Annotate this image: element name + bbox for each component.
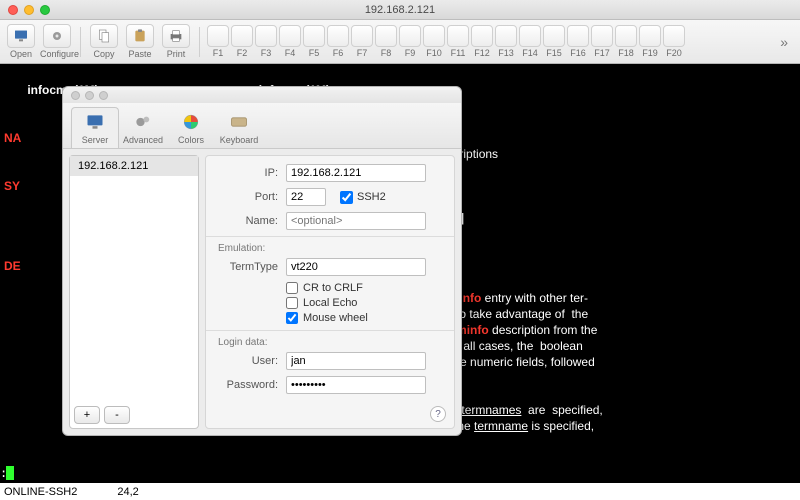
fkey-f7[interactable]: F7 [350,25,374,58]
password-input[interactable] [286,376,426,394]
copy-label: Copy [93,49,114,59]
fkey-f11[interactable]: F11 [446,25,470,58]
fkey-f10[interactable]: F10 [422,25,446,58]
fkey-f13[interactable]: F13 [494,25,518,58]
fkey-f8[interactable]: F8 [374,25,398,58]
fkey-f3[interactable]: F3 [254,25,278,58]
gear-icon [49,28,65,44]
window-title: 192.168.2.121 [0,4,800,16]
toolbar-overflow-icon[interactable]: » [772,34,796,50]
termtype-input[interactable] [286,258,426,276]
remove-host-button[interactable]: - [104,406,130,424]
gears-icon [132,112,154,132]
settings-dialog: Server Advanced Colors Keyboard 192.168.… [62,86,462,436]
fkey-row: F1F2F3F4F5F6F7F8F9F10F11F12F13F14F15F16F… [206,25,686,58]
print-label: Print [167,49,186,59]
ip-input[interactable] [286,164,426,182]
mousewheel-label: Mouse wheel [303,312,368,324]
close-icon[interactable] [8,5,18,15]
fkey-f14[interactable]: F14 [518,25,542,58]
fkey-f2[interactable]: F2 [230,25,254,58]
traffic-lights [8,5,50,15]
fkey-f19[interactable]: F19 [638,25,662,58]
user-label: User: [216,355,278,367]
localecho-checkbox[interactable] [286,297,298,309]
user-input[interactable] [286,352,426,370]
minimize-icon[interactable] [24,5,34,15]
server-form: IP: Port: SSH2 Name: Emulation: TermType [205,155,455,429]
dialog-tabs: Server Advanced Colors Keyboard [63,103,461,149]
toolbar-separator [80,27,81,57]
host-list-item[interactable]: 192.168.2.121 [70,156,198,176]
keyboard-icon [228,112,250,132]
termtype-label: TermType [216,261,278,273]
tab-server-label: Server [82,135,109,145]
tab-advanced[interactable]: Advanced [119,107,167,148]
ssh2-label: SSH2 [357,191,386,203]
fkey-f1[interactable]: F1 [206,25,230,58]
copy-button[interactable]: Copy [87,24,121,59]
host-list[interactable]: 192.168.2.121 + - [69,155,199,429]
tab-colors[interactable]: Colors [167,107,215,148]
add-host-button[interactable]: + [74,406,100,424]
fkey-f9[interactable]: F9 [398,25,422,58]
tab-keyboard[interactable]: Keyboard [215,107,263,148]
localecho-label: Local Echo [303,297,357,309]
paste-icon [132,28,148,44]
name-input[interactable] [286,212,426,230]
login-section-label: Login data: [218,337,444,348]
name-label: Name: [216,215,278,227]
paste-label: Paste [128,49,151,59]
monitor-icon [13,28,29,44]
status-pos: 24,2 [117,486,138,498]
printer-icon [168,28,184,44]
crlf-label: CR to CRLF [303,282,363,294]
copy-icon [96,28,112,44]
tab-colors-label: Colors [178,135,204,145]
print-button[interactable]: Print [159,24,193,59]
configure-label: Configure [40,49,79,59]
port-label: Port: [216,191,278,203]
terminal-statusbar: ONLINE-SSH2 24,2 [0,482,800,500]
color-wheel-icon [180,112,202,132]
toolbar-separator-2 [199,27,200,57]
window-titlebar: 192.168.2.121 [0,0,800,20]
monitor-icon [84,112,106,132]
ip-label: IP: [216,167,278,179]
fkey-f18[interactable]: F18 [614,25,638,58]
tab-server[interactable]: Server [71,107,119,148]
open-button[interactable]: Open [4,24,38,59]
help-button[interactable]: ? [430,406,446,422]
section-description: DE [4,259,21,273]
section-synopsis: SY [4,179,20,193]
configure-button[interactable]: Configure [40,24,74,59]
emulation-section-label: Emulation: [218,243,444,254]
password-label: Password: [216,379,278,391]
terminal-cursor [6,466,14,480]
crlf-checkbox[interactable] [286,282,298,294]
mousewheel-checkbox[interactable] [286,312,298,324]
fkey-f6[interactable]: F6 [326,25,350,58]
dialog-titlebar [63,87,461,103]
tab-advanced-label: Advanced [123,135,163,145]
fkey-f12[interactable]: F12 [470,25,494,58]
main-toolbar: Open Configure Copy Paste Print F1F2F3F4… [0,20,800,64]
dialog-close-icon[interactable] [71,91,80,100]
fkey-f16[interactable]: F16 [566,25,590,58]
fkey-f20[interactable]: F20 [662,25,686,58]
dialog-zoom-icon[interactable] [99,91,108,100]
open-label: Open [10,49,32,59]
paste-button[interactable]: Paste [123,24,157,59]
fkey-f5[interactable]: F5 [302,25,326,58]
fkey-f15[interactable]: F15 [542,25,566,58]
status-mode: ONLINE-SSH2 [4,486,77,498]
zoom-icon[interactable] [40,5,50,15]
ssh2-checkbox[interactable] [340,191,353,204]
tab-keyboard-label: Keyboard [220,135,259,145]
dialog-minimize-icon[interactable] [85,91,94,100]
fkey-f17[interactable]: F17 [590,25,614,58]
port-input[interactable] [286,188,326,206]
fkey-f4[interactable]: F4 [278,25,302,58]
section-name: NA [4,131,21,145]
